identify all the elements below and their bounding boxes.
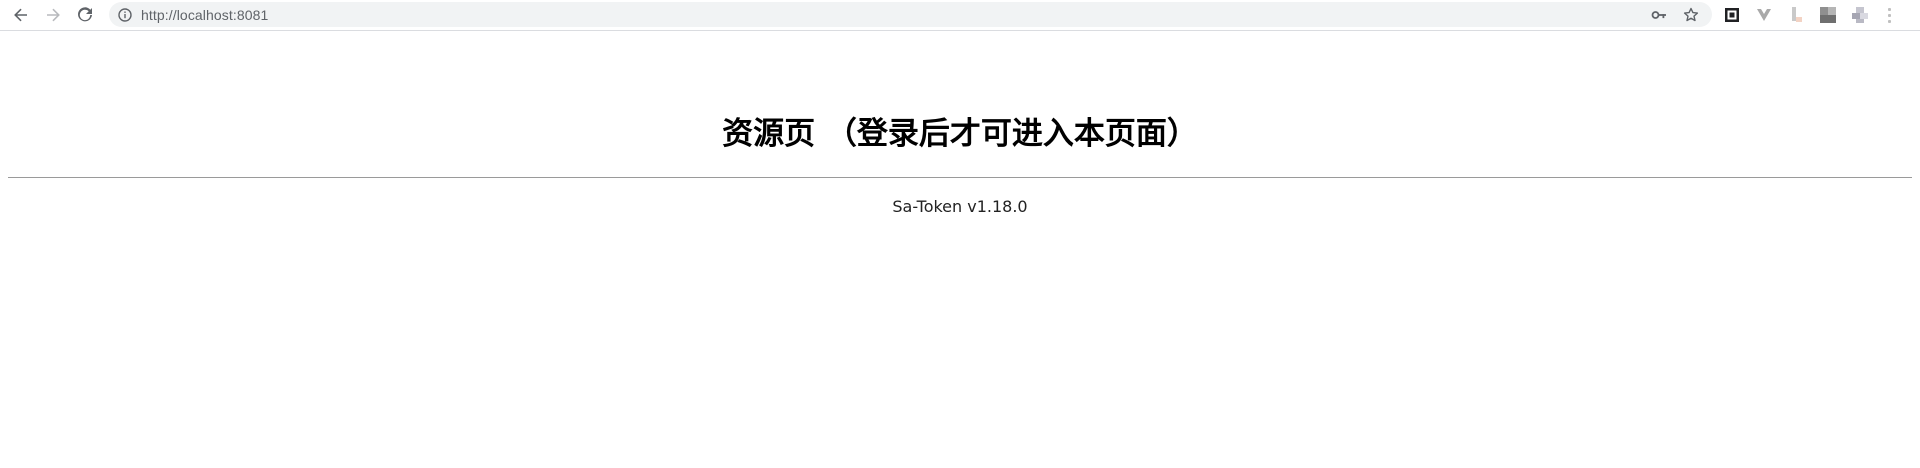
star-icon[interactable]: [1680, 4, 1702, 26]
extension-icon-blurred-1[interactable]: [1786, 5, 1806, 25]
extension-icon-blurred-2[interactable]: [1818, 5, 1838, 25]
key-icon[interactable]: [1648, 4, 1670, 26]
info-icon[interactable]: [117, 7, 133, 23]
browser-toolbar: http://localhost:8081: [0, 0, 1920, 31]
browser-menu-icon[interactable]: [1882, 5, 1896, 25]
divider: [8, 177, 1912, 178]
version-text: Sa-Token v1.18.0: [892, 197, 1028, 216]
extension-icon-blurred-3[interactable]: [1850, 5, 1870, 25]
url-text[interactable]: http://localhost:8081: [141, 7, 268, 23]
page-title: 资源页 （登录后才可进入本页面）: [722, 116, 1198, 152]
arrow-left-icon: [14, 8, 27, 22]
vue-extension-icon[interactable]: [1754, 5, 1774, 25]
forward-button[interactable]: [41, 3, 65, 27]
extensions-area: [1722, 3, 1896, 27]
reload-icon: [78, 7, 92, 22]
address-bar[interactable]: http://localhost:8081: [109, 2, 1712, 27]
arrow-right-icon: [47, 8, 60, 22]
back-button[interactable]: [9, 3, 33, 27]
qr-extension-icon[interactable]: [1722, 5, 1742, 25]
reload-button[interactable]: [73, 3, 97, 27]
